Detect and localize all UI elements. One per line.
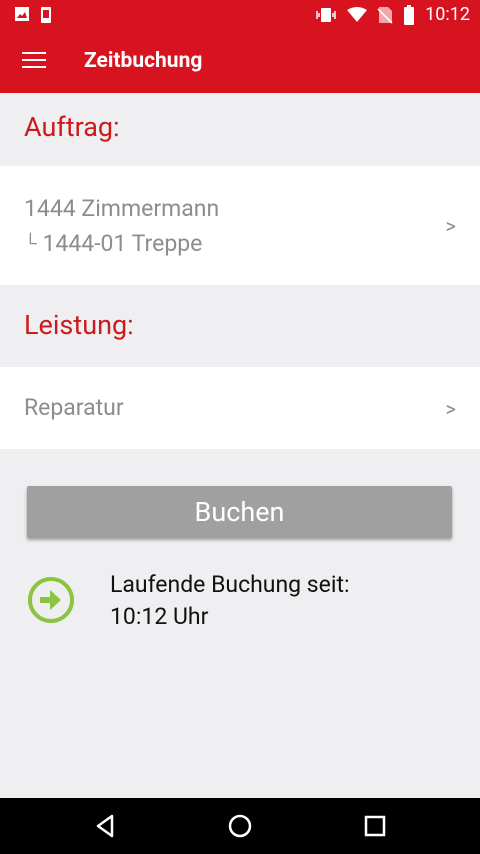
no-sim-icon	[377, 6, 393, 24]
menu-icon[interactable]	[22, 52, 46, 72]
image-notification-icon	[14, 6, 30, 24]
auftrag-customer: 1444 Zimmermann	[24, 195, 220, 222]
auftrag-label: Auftrag:	[24, 111, 120, 143]
tree-branch-icon: └	[24, 233, 37, 254]
leistung-value: Reparatur	[24, 394, 124, 421]
auftrag-subtask-label: 1444-01 Treppe	[42, 230, 203, 257]
auftrag-subtask: └ 1444-01 Treppe	[24, 227, 202, 261]
back-icon[interactable]	[92, 812, 120, 840]
auftrag-chevron-icon: >	[445, 214, 456, 238]
leistung-label: Leistung:	[24, 309, 134, 341]
recents-icon[interactable]	[361, 812, 389, 840]
vibrate-icon	[315, 6, 337, 24]
leistung-section-header: Leistung:	[0, 285, 480, 367]
clock: 10:12	[425, 4, 470, 25]
leistung-row[interactable]: Reparatur >	[0, 367, 480, 449]
app-bar: Zeitbuchung	[0, 30, 480, 93]
leistung-chevron-icon: >	[445, 397, 456, 421]
buchen-button[interactable]: Buchen	[27, 486, 452, 538]
auftrag-row[interactable]: 1444 Zimmermann └ 1444-01 Treppe >	[0, 166, 480, 285]
wifi-icon	[347, 7, 368, 23]
arrow-right-circle-icon	[26, 575, 76, 625]
running-booking: Laufende Buchung seit: 10:12 Uhr	[26, 571, 466, 635]
home-icon[interactable]	[226, 812, 254, 840]
phone-notification-icon	[40, 6, 52, 24]
buchen-button-label: Buchen	[194, 496, 285, 528]
running-booking-label: Laufende Buchung seit:	[110, 571, 350, 598]
page-title: Zeitbuchung	[84, 49, 203, 73]
status-bar: 10:12	[0, 0, 480, 30]
auftrag-section-header: Auftrag:	[0, 93, 480, 166]
running-booking-time: 10:12 Uhr	[110, 603, 209, 630]
battery-icon	[403, 5, 415, 25]
system-nav-bar	[0, 798, 480, 854]
